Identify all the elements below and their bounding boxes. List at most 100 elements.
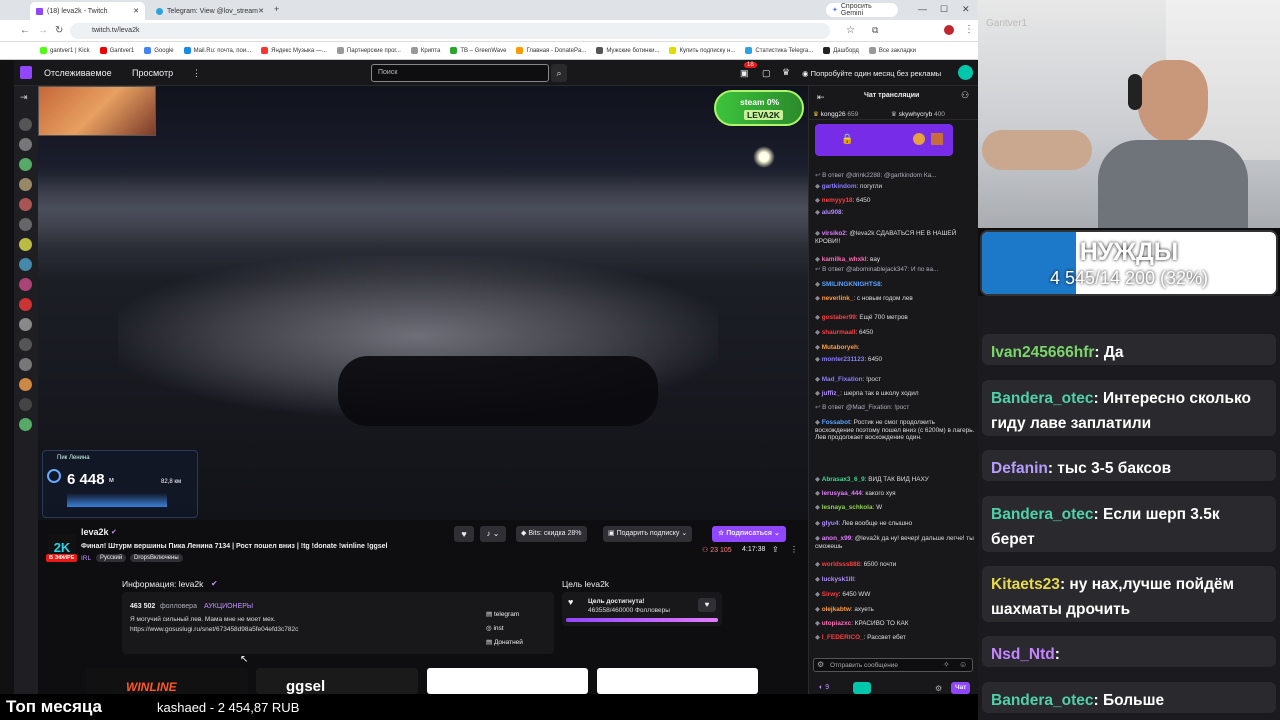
window-close-icon[interactable]: ✕ <box>962 4 970 15</box>
tag-chip[interactable]: Русский <box>96 554 127 562</box>
chat-username[interactable]: gartkindom <box>822 183 857 190</box>
channel-avatar[interactable] <box>19 218 32 231</box>
chat-username[interactable]: gostaber99 <box>822 314 856 321</box>
back-icon[interactable]: ← <box>20 25 30 36</box>
chat-username[interactable]: virsiko2 <box>822 230 846 237</box>
close-icon[interactable]: ✕ <box>133 7 139 15</box>
nav-browse[interactable]: Просмотр <box>132 68 173 78</box>
bits-icon[interactable]: ✧ <box>943 660 950 669</box>
chat-username[interactable]: Fossabot <box>822 419 850 426</box>
chat-username[interactable]: lerusyaa_444 <box>822 490 862 497</box>
channel-avatar[interactable] <box>19 398 32 411</box>
profile-avatar[interactable] <box>944 25 954 35</box>
gift-sub-button[interactable]: ▣ Подарить подписку ⌄ <box>603 526 693 542</box>
chat-username[interactable]: alu908 <box>822 209 842 216</box>
channel-avatar[interactable] <box>19 298 32 311</box>
channel-avatar[interactable] <box>19 178 32 191</box>
points-claim-button[interactable] <box>853 682 871 694</box>
channel-points[interactable]: ◐ 9 <box>819 684 829 691</box>
chat-username[interactable]: anon_x99 <box>822 535 851 542</box>
channel-avatar[interactable] <box>19 238 32 251</box>
twitch-logo-icon[interactable] <box>20 66 32 79</box>
channel-avatar[interactable] <box>19 338 32 351</box>
forward-icon[interactable]: → <box>38 25 48 36</box>
chat-username[interactable]: lesnaya_schkola <box>822 504 873 511</box>
gifter-2[interactable]: ♛ skywhycryb 400 <box>891 110 945 118</box>
channel-avatar[interactable] <box>19 418 32 431</box>
bookmark-item[interactable]: gantver1 | Kick <box>40 47 90 54</box>
chat-username[interactable]: worldsss888 <box>822 561 860 568</box>
chat-username[interactable]: juffiz_ <box>822 390 840 397</box>
team-link[interactable]: АУКЦИОНЕРЫ <box>204 603 253 610</box>
channel-avatar[interactable] <box>19 158 32 171</box>
more-kebab-icon[interactable]: ⋮ <box>192 68 201 79</box>
bookmark-item[interactable]: TB – GreenWave <box>450 47 506 54</box>
emote-picker-icon[interactable]: ☺ <box>959 660 967 669</box>
follow-heart-icon[interactable]: ♥ <box>454 526 474 542</box>
chat-settings-icon[interactable]: ⚙ <box>817 660 824 669</box>
menu-kebab-icon[interactable]: ⋮ <box>964 24 974 35</box>
notification-bell-icon[interactable]: ♪ ⌄ <box>480 526 506 542</box>
bookmark-item[interactable]: Крипта <box>410 47 440 54</box>
no-ads-promo[interactable]: ◉ Попробуйте один месяц без рекламы <box>802 69 941 78</box>
channel-avatar[interactable] <box>19 138 32 151</box>
chat-username[interactable]: Mutaboryeh <box>822 344 858 351</box>
panel-drawing[interactable] <box>427 668 588 694</box>
bookmark-item[interactable]: Мужские ботинки... <box>596 47 659 54</box>
notifications-icon[interactable]: ▣ <box>740 68 749 79</box>
bookmark-item[interactable]: Gantver1 <box>99 47 134 54</box>
minimize-icon[interactable]: — <box>918 4 927 14</box>
browser-tab-twitch[interactable]: (18) leva2k - Twitch ✕ <box>30 2 145 20</box>
hype-train-banner[interactable]: 🔒 <box>815 124 953 156</box>
chat-username[interactable]: glyu4 <box>822 520 839 527</box>
bookmark-item[interactable]: Партнерские прог... <box>336 47 401 54</box>
channel-avatar[interactable] <box>19 118 32 131</box>
panel-drawing[interactable] <box>597 668 758 694</box>
chat-username[interactable]: olejkabtw <box>822 606 851 613</box>
chat-username[interactable]: shaurmaall <box>822 329 856 336</box>
collapse-chat-icon[interactable]: ⇤ <box>817 92 825 103</box>
bookmark-item[interactable]: Купить подписку н... <box>669 47 735 54</box>
reload-icon[interactable]: ↻ <box>55 25 63 36</box>
channel-avatar[interactable] <box>19 278 32 291</box>
bio-link[interactable]: https://www.gosuslugi.ru/snet/673458d98a… <box>130 626 298 633</box>
channel-avatar[interactable] <box>19 318 32 331</box>
maximize-icon[interactable]: ☐ <box>940 4 948 15</box>
inst-link[interactable]: ◎ inst <box>486 624 504 632</box>
chat-username[interactable]: monter231123 <box>822 356 865 363</box>
bookmark-item[interactable]: Яндекс Музыка —... <box>261 47 327 54</box>
user-avatar[interactable] <box>958 65 973 80</box>
chat-send-button[interactable]: Чат <box>951 682 971 694</box>
chat-username[interactable]: Sirwy <box>822 591 839 598</box>
more-kebab-icon[interactable]: ⋮ <box>790 545 798 554</box>
channel-avatar[interactable] <box>19 198 32 211</box>
users-icon[interactable]: ⚇ <box>961 90 969 101</box>
channel-avatar[interactable] <box>19 258 32 271</box>
category-link[interactable]: IRL <box>81 555 91 562</box>
new-tab-icon[interactable]: + <box>274 4 279 14</box>
chat-username[interactable]: Abrasax3_6_9 <box>822 476 865 483</box>
chat-username[interactable]: Mad_Fixation <box>822 376 863 383</box>
bookmark-item[interactable]: Главная - DonatePa... <box>516 47 586 54</box>
donate-link[interactable]: ▤ Донатней <box>486 638 523 646</box>
bookmark-item[interactable]: Mail.Ru: почта, пои... <box>183 47 251 54</box>
settings-icon[interactable]: ⚙ <box>935 684 942 693</box>
chat-username[interactable]: luckysk1lll <box>822 576 854 583</box>
nav-following[interactable]: Отслеживаемое <box>44 68 112 78</box>
browser-tab-telegram[interactable]: Telegram: View @lov_stream ✕ <box>150 2 270 20</box>
collapse-arrow-icon[interactable]: ⇥ <box>20 92 28 103</box>
chat-username[interactable]: SMILINGKNIGHTS8 <box>822 281 881 288</box>
channel-name[interactable]: leva2k <box>81 527 109 537</box>
channel-avatar[interactable] <box>19 378 32 391</box>
extension-icon[interactable]: ⧉ <box>872 25 878 36</box>
chat-username[interactable]: neverlink_ <box>822 295 854 302</box>
search-input[interactable]: Поиск <box>371 64 549 82</box>
close-icon[interactable]: ✕ <box>258 7 264 15</box>
bookmark-star-icon[interactable]: ☆ <box>846 25 855 36</box>
subscribe-button[interactable]: ☆ Подписаться ⌄ <box>712 526 786 542</box>
crown-icon[interactable]: ♛ <box>782 67 790 78</box>
panel-winline[interactable]: WINLINE <box>86 668 248 694</box>
tag-chip[interactable]: DropsВключены <box>130 554 183 562</box>
telegram-link[interactable]: ▤ telegram <box>486 610 519 618</box>
bookmark-item[interactable]: Google <box>144 47 174 54</box>
